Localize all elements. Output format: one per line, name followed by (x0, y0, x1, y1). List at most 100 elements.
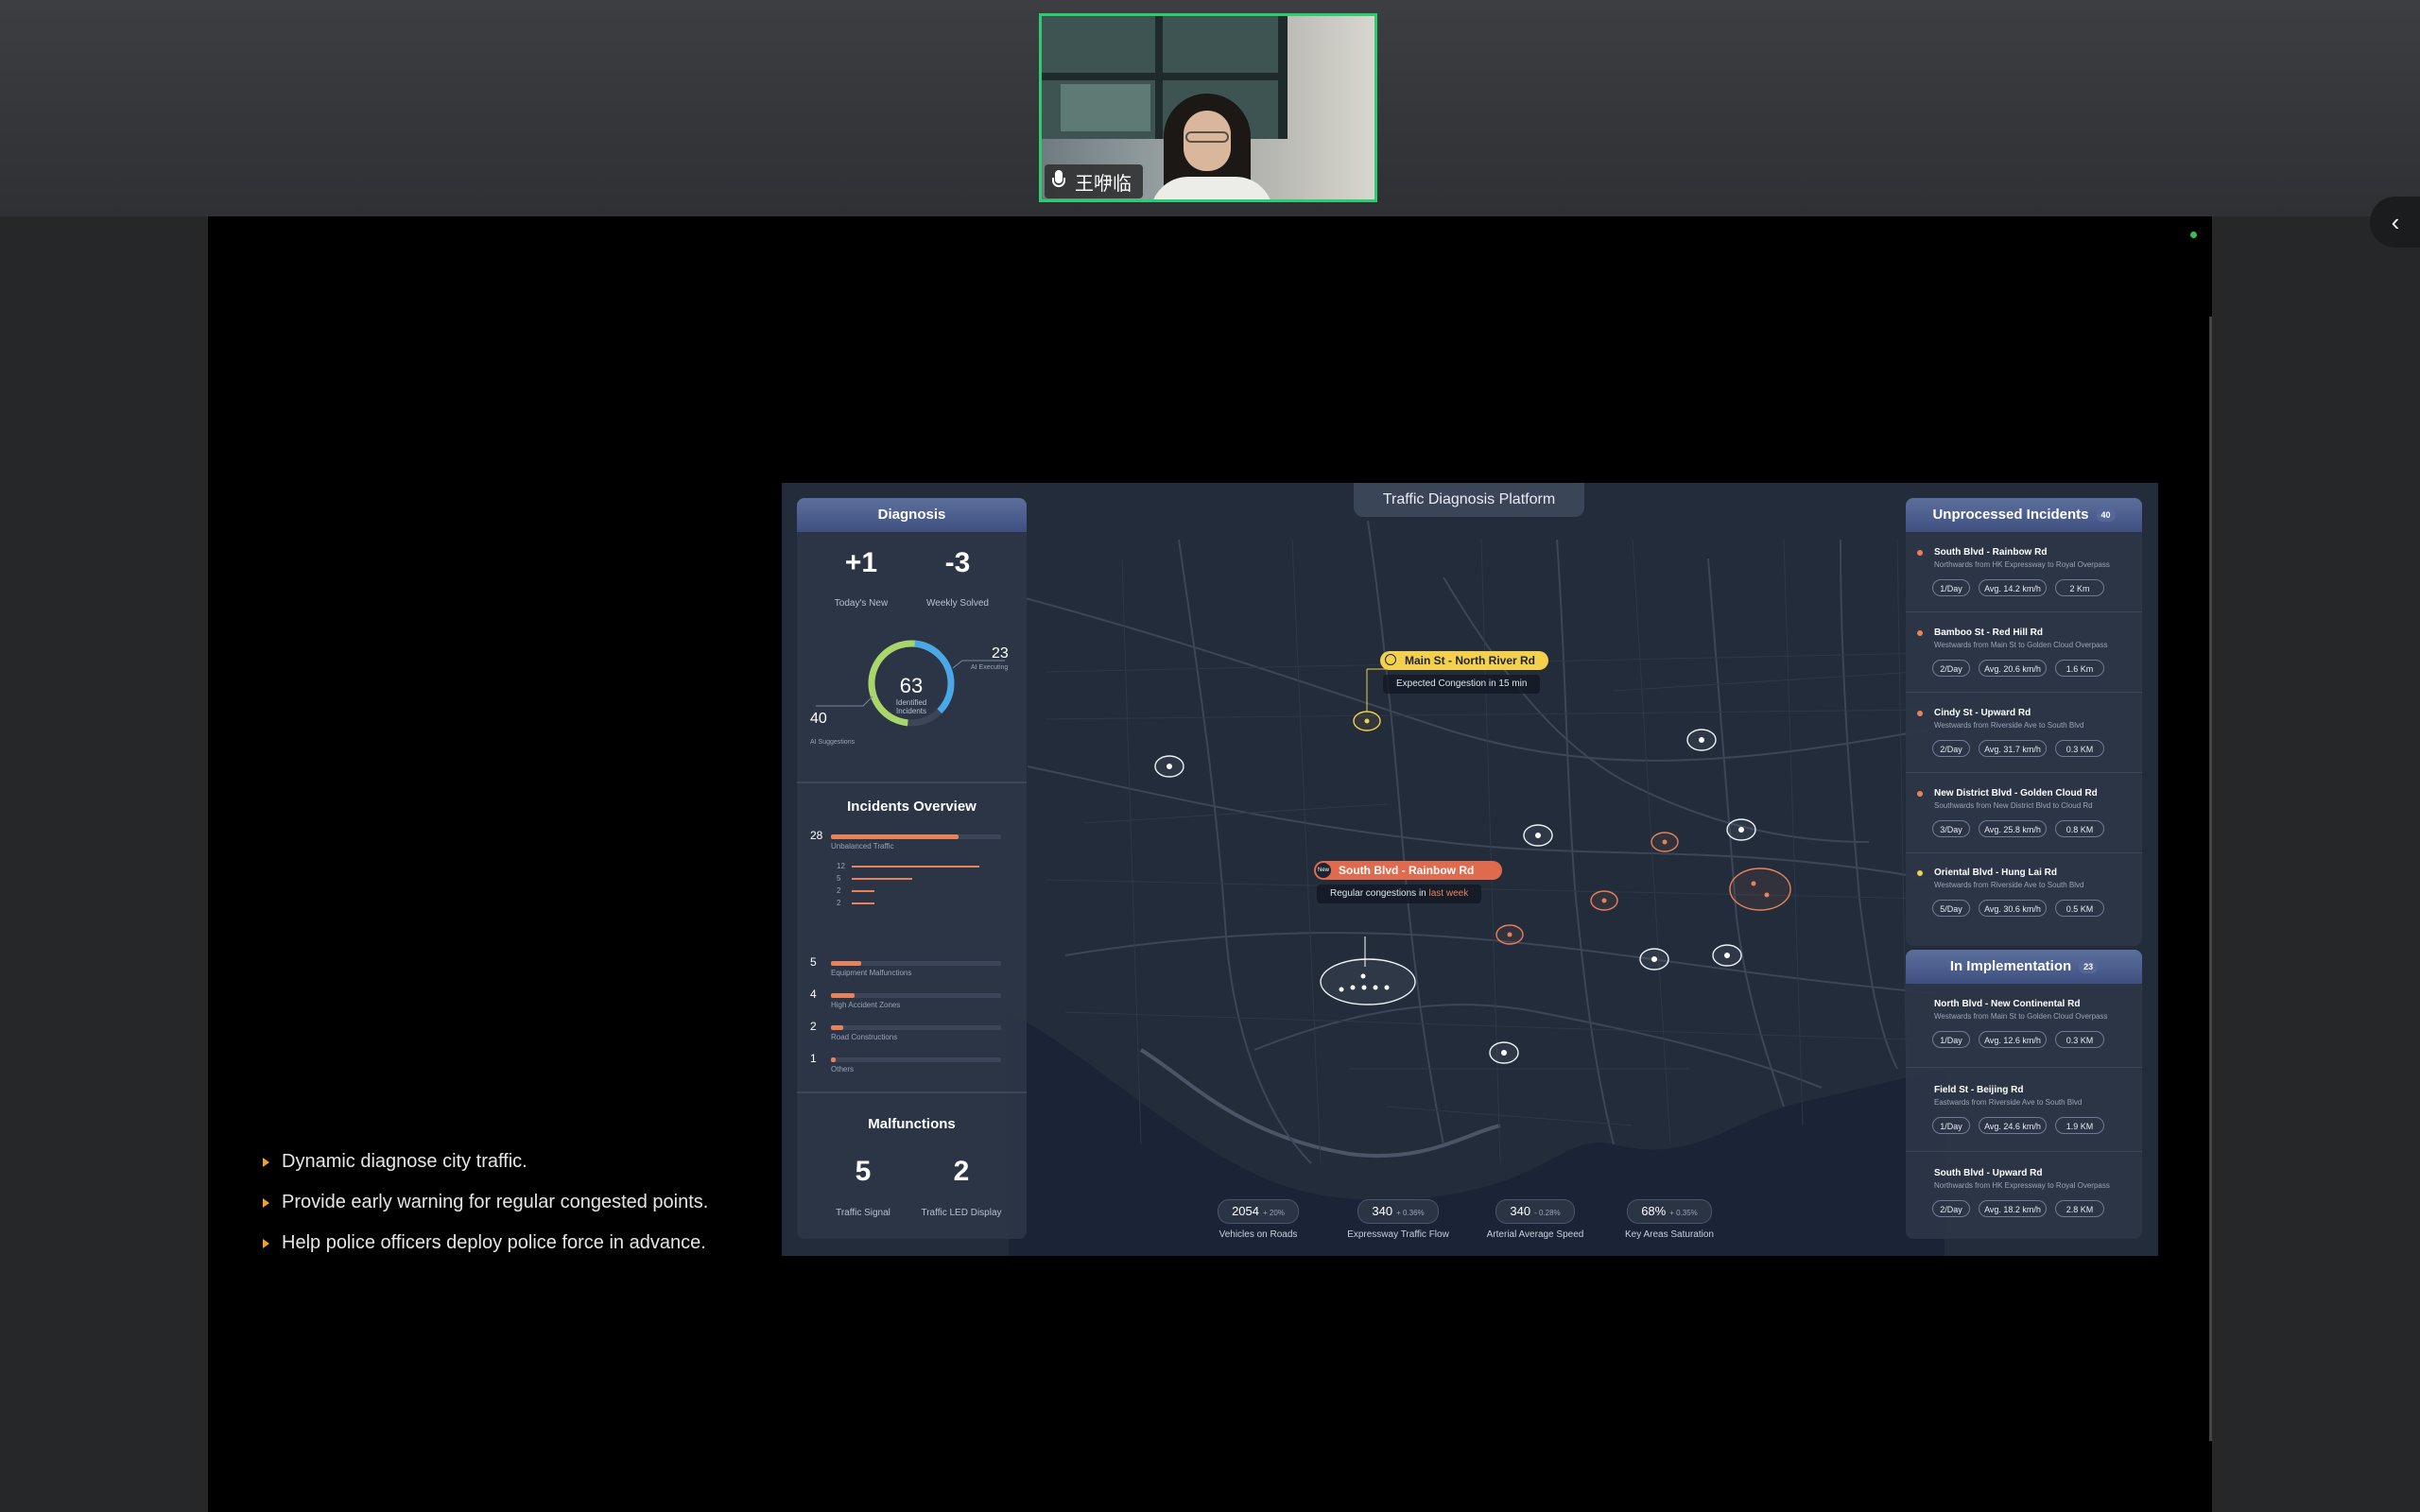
incident-title: South Blvd - Upward Rd (1934, 1168, 2043, 1178)
frequency-pill: 2/Day (1932, 660, 1970, 677)
identified-value: 63 (899, 674, 924, 697)
stat-vehicles: 2054 + 20% Vehicles on Roads (1201, 1199, 1315, 1240)
item-divider (1906, 1067, 2142, 1068)
sub-bar (852, 878, 912, 880)
stat-box: 68% + 0.35% (1627, 1199, 1712, 1224)
frequency-pill: 1/Day (1932, 1031, 1970, 1048)
platform-title: Traffic Diagnosis Platform (1354, 483, 1584, 517)
warning-tag-title: Main St - North River Rd (1405, 654, 1536, 667)
participant-name: 王咿临 (1075, 173, 1132, 195)
speed-pill: Avg. 14.2 km/h (1979, 579, 2047, 596)
status-dot (1917, 870, 1923, 876)
diagnosis-title: Diagnosis (797, 498, 1027, 532)
distance-pill: 0.3 KM (2055, 740, 2104, 757)
bullet-text: Dynamic diagnose city traffic. (282, 1151, 527, 1172)
stat-arterial: 340- 0.28% Arterial Average Speed (1469, 1199, 1601, 1240)
incident-desc: Northwards from HK Expressway to Royal O… (1934, 1181, 2110, 1190)
speed-pill: Avg. 12.6 km/h (1979, 1031, 2047, 1048)
bar-fill (831, 993, 856, 998)
participant-name-label: 王咿临 (1045, 164, 1143, 198)
todays-new-value: +1 (844, 547, 878, 578)
bullet-text: Help police officers deploy police force… (282, 1232, 706, 1253)
bullet-item: Provide early warning for regular conges… (263, 1182, 708, 1223)
sub-bar (852, 890, 874, 892)
warning-tag[interactable]: Main St - North River Rd (1380, 651, 1549, 670)
stat-value: 340 (1372, 1204, 1393, 1218)
warning-tag-subtitle: Expected Congestion in 15 min (1383, 675, 1541, 694)
implementation-header: In Implementation 23 (1906, 950, 2142, 984)
incident-desc: Westwards from Main St to Golden Cloud O… (1934, 641, 2108, 649)
incident-title: North Blvd - New Continental Rd (1934, 999, 2081, 1009)
bar-fill (831, 1025, 843, 1030)
alert-tag[interactable]: New South Blvd - Rainbow Rd (1314, 861, 1503, 880)
stat-label: Vehicles on Roads (1219, 1229, 1298, 1240)
implementation-title: In Implementation (1949, 958, 2072, 974)
stat-delta: - 0.28% (1534, 1209, 1561, 1217)
alert-tag-subtitle: Regular congestions in last week (1317, 885, 1482, 903)
overview-bar-value: 2 (810, 1020, 817, 1033)
incident-desc: Southwards from New District Blvd to Clo… (1934, 801, 2093, 810)
stat-saturation: 68% + 0.35% Key Areas Saturation (1603, 1199, 1736, 1240)
implementation-count[interactable]: 23 (2079, 960, 2099, 974)
stat-value: 340 (1510, 1204, 1531, 1218)
incident-desc: Northwards from HK Expressway to Royal O… (1934, 560, 2110, 569)
distance-pill: 0.3 KM (2055, 1031, 2104, 1048)
participant-glasses (1185, 131, 1229, 143)
incident-title: Bamboo St - Red Hill Rd (1934, 627, 2043, 638)
distance-pill: 0.5 KM (2055, 900, 2104, 917)
unprocessed-count[interactable]: 40 (2096, 508, 2116, 523)
sub-bar (852, 866, 979, 868)
collapse-panel-button[interactable]: ‹ (2370, 197, 2420, 248)
stat-label: Key Areas Saturation (1625, 1229, 1714, 1240)
unprocessed-header: Unprocessed Incidents 40 (1906, 498, 2142, 532)
stat-delta: + 0.35% (1669, 1209, 1698, 1217)
sub-value: 12 (837, 862, 845, 870)
stat-label: Arterial Average Speed (1486, 1229, 1584, 1240)
frequency-pill: 2/Day (1932, 740, 1970, 757)
ai-executing-value: 23 (992, 645, 1009, 662)
microphone-icon (1052, 170, 1065, 193)
bullet-text: Provide early warning for regular conges… (282, 1192, 709, 1212)
overview-bar-label: Others (831, 1065, 855, 1074)
item-divider (1906, 692, 2142, 693)
divider (797, 1091, 1027, 1093)
distance-pill: 1.6 Km (2055, 660, 2104, 677)
ai-suggestions-value: 40 (810, 711, 827, 727)
participant-video-tile[interactable]: 王咿临 (1039, 13, 1377, 202)
stat-box: 2054 + 20% (1218, 1199, 1299, 1224)
stat-label: Expressway Traffic Flow (1347, 1229, 1449, 1240)
divider (797, 782, 1027, 783)
bar-track (831, 1025, 1001, 1030)
bar-fill (831, 1057, 837, 1062)
alert-tag-title: South Blvd - Rainbow Rd (1339, 864, 1475, 877)
frequency-pill: 2/Day (1932, 1200, 1970, 1217)
scrollbar[interactable] (2209, 317, 2212, 1441)
frequency-pill: 3/Day (1932, 820, 1970, 837)
bullet-item: Dynamic diagnose city traffic. (263, 1142, 708, 1182)
new-badge: New (1316, 863, 1331, 878)
distance-pill: 0.8 KM (2055, 820, 2104, 837)
sub-bar (852, 902, 874, 904)
speed-pill: Avg. 30.6 km/h (1979, 900, 2047, 917)
incident-title: Field St - Beijing Rd (1934, 1085, 2024, 1095)
distance-pill: 2.8 KM (2055, 1200, 2104, 1217)
bar-track (831, 834, 1001, 839)
status-dot (1917, 550, 1923, 556)
sub-value: 2 (837, 899, 841, 907)
speed-pill: Avg. 18.2 km/h (1979, 1200, 2047, 1217)
overview-bar-label: High Accident Zones (831, 1001, 901, 1009)
item-divider (1906, 1151, 2142, 1152)
bar-track (831, 1057, 1001, 1062)
ai-suggestions-label: AI Suggestions (810, 739, 856, 746)
ai-executing-label: AI Executing (971, 664, 1009, 671)
traffic-signal-label: Traffic Signal (836, 1208, 890, 1218)
stat-value: 68% (1641, 1204, 1667, 1218)
overview-bar-value: 4 (810, 988, 817, 1001)
incident-desc: Westwards from Main St to Golden Cloud O… (1934, 1012, 2108, 1021)
traffic-led-value: 2 (953, 1156, 970, 1187)
incident-desc: Westwards from Riverside Ave to South Bl… (1934, 881, 2084, 889)
frequency-pill: 1/Day (1932, 1117, 1970, 1134)
todays-new-label: Today's New (834, 598, 889, 609)
weekly-solved-value: -3 (944, 547, 971, 578)
frequency-pill: 5/Day (1932, 900, 1970, 917)
